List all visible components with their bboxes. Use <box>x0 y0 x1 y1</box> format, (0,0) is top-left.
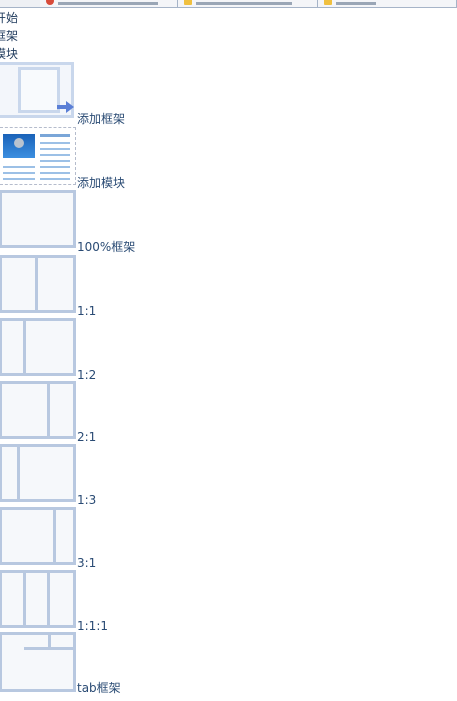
red-icon <box>46 0 54 5</box>
tab-strip <box>0 0 457 8</box>
menu-item-frame[interactable]: 框架 <box>0 29 18 43</box>
layout-1-1-label[interactable]: 1:1 <box>77 304 96 318</box>
image-icon <box>3 134 35 158</box>
menu-item-module[interactable]: 模块 <box>0 47 18 61</box>
layout-2-1-thumbnail[interactable] <box>0 381 76 439</box>
folder-icon <box>184 0 192 5</box>
layout-3-1-thumbnail[interactable] <box>0 507 76 565</box>
tab-2[interactable] <box>178 0 318 7</box>
add-frame-thumbnail[interactable] <box>0 62 76 120</box>
layout-tab-thumbnail[interactable] <box>0 632 76 692</box>
tab-1[interactable] <box>40 0 178 7</box>
folder-icon <box>324 0 332 5</box>
layout-100-thumbnail[interactable] <box>0 190 76 248</box>
layout-1-1-1-label[interactable]: 1:1:1 <box>77 619 108 633</box>
arrow-right-icon <box>57 101 74 113</box>
menu-item-start[interactable]: 开始 <box>0 11 18 25</box>
layout-tab-label[interactable]: tab框架 <box>77 681 121 695</box>
layout-2-1-label[interactable]: 2:1 <box>77 430 96 444</box>
layout-1-2-label[interactable]: 1:2 <box>77 368 96 382</box>
add-module-label[interactable]: 添加模块 <box>77 176 125 190</box>
tab-3[interactable] <box>318 0 457 7</box>
layout-1-1-1-thumbnail[interactable] <box>0 570 76 628</box>
layout-1-3-label[interactable]: 1:3 <box>77 493 96 507</box>
layout-1-1-thumbnail[interactable] <box>0 255 76 313</box>
layout-1-2-thumbnail[interactable] <box>0 318 76 376</box>
layout-3-1-label[interactable]: 3:1 <box>77 556 96 570</box>
add-frame-label[interactable]: 添加框架 <box>77 112 125 126</box>
layout-1-3-thumbnail[interactable] <box>0 444 76 502</box>
layout-100-label[interactable]: 100%框架 <box>77 240 135 254</box>
add-module-thumbnail[interactable] <box>0 127 76 185</box>
